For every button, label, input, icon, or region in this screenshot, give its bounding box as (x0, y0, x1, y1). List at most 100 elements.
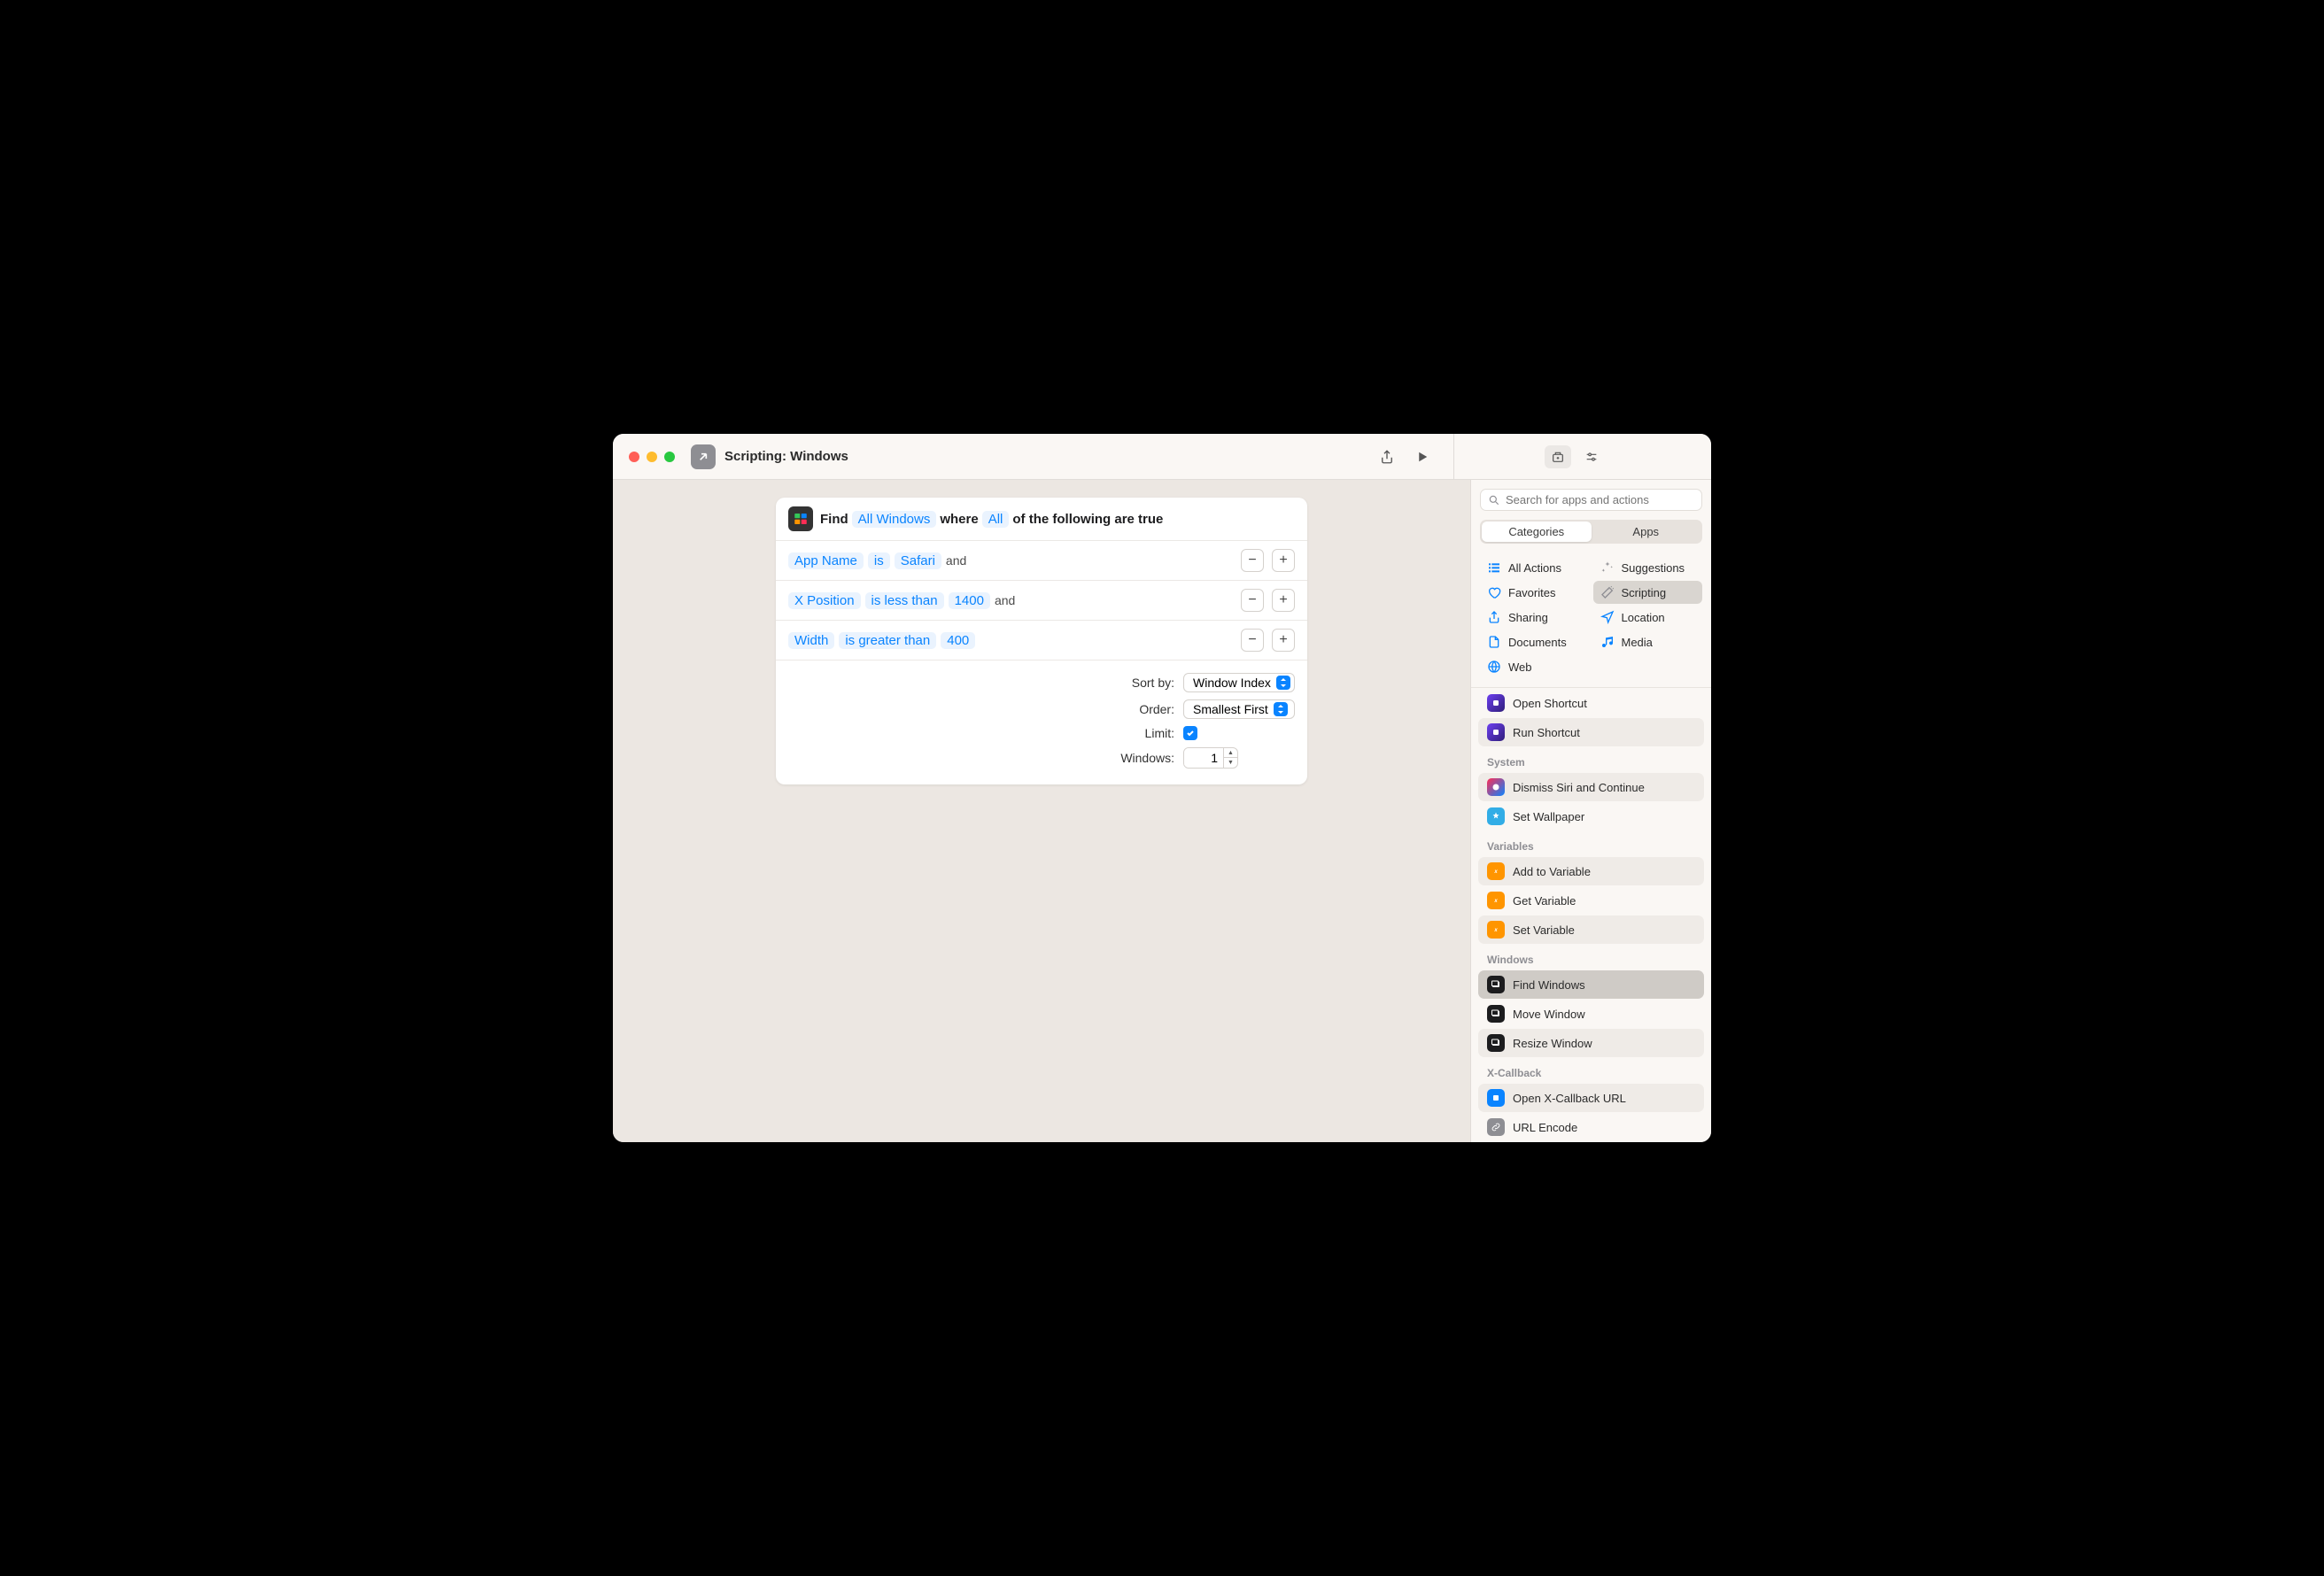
doc-icon (1487, 635, 1501, 649)
window-title: Scripting: Windows (724, 449, 848, 464)
action-resize-window[interactable]: Resize Window (1478, 1029, 1704, 1057)
action-open-x-callback-url[interactable]: Open X-Callback URL (1478, 1084, 1704, 1112)
wand2-icon (1600, 585, 1615, 599)
filter-operator-token[interactable]: is less than (865, 592, 944, 609)
category-label: Media (1622, 636, 1653, 649)
run-button[interactable] (1407, 442, 1437, 472)
zoom-button[interactable] (664, 452, 675, 462)
header-suffix: of the following are true (1012, 512, 1163, 527)
action-label: Move Window (1513, 1008, 1585, 1021)
search-icon (1488, 494, 1500, 506)
add-filter-button[interactable]: + (1272, 549, 1295, 572)
action-icon (1487, 723, 1505, 741)
remove-filter-button[interactable]: − (1241, 549, 1264, 572)
category-location[interactable]: Location (1593, 606, 1703, 629)
app-window: Scripting: Windows (613, 434, 1711, 1142)
sort-by-select[interactable]: Window Index (1183, 673, 1295, 692)
find-windows-action: Find All Windows where All of the follow… (776, 498, 1307, 784)
order-label: Order: (935, 702, 1174, 716)
header-where-word: where (940, 512, 978, 527)
action-icon (1487, 1089, 1505, 1107)
category-web[interactable]: Web (1480, 655, 1590, 678)
action-header: Find All Windows where All of the follow… (776, 498, 1307, 541)
globe-icon (1487, 660, 1501, 674)
action-run-shortcut[interactable]: Run Shortcut (1478, 718, 1704, 746)
stepper-down[interactable]: ▼ (1224, 758, 1237, 768)
filter-row: App Name is Safari and − + (776, 541, 1307, 581)
svg-text:x: x (1493, 928, 1498, 933)
category-label: Web (1508, 661, 1532, 674)
add-filter-button[interactable]: + (1272, 629, 1295, 652)
action-icon: x (1487, 921, 1505, 939)
filter-row: Width is greater than 400 − + (776, 621, 1307, 660)
tab-apps[interactable]: Apps (1592, 521, 1701, 542)
group-header: X-Callback (1471, 1058, 1711, 1083)
filter-connector: and (995, 593, 1015, 607)
category-documents[interactable]: Documents (1480, 630, 1590, 653)
editor-canvas: Find All Windows where All of the follow… (613, 480, 1470, 1142)
filter-field-token[interactable]: Width (788, 632, 834, 649)
filter-operator-token[interactable]: is (868, 552, 890, 569)
remove-filter-button[interactable]: − (1241, 629, 1264, 652)
heart-icon (1487, 585, 1501, 599)
action-set-variable[interactable]: xSet Variable (1478, 915, 1704, 944)
order-select[interactable]: Smallest First (1183, 699, 1295, 719)
token-all-windows[interactable]: All Windows (852, 511, 937, 528)
action-icon (1487, 778, 1505, 796)
action-options: Sort by: Window Index Order: Smallest Fi… (776, 660, 1307, 784)
close-button[interactable] (629, 452, 639, 462)
filter-value-token[interactable]: Safari (895, 552, 941, 569)
minimize-button[interactable] (647, 452, 657, 462)
action-icon (1487, 1118, 1505, 1136)
category-media[interactable]: Media (1593, 630, 1703, 653)
svg-text:x: x (1493, 899, 1498, 904)
category-sharing[interactable]: Sharing (1480, 606, 1590, 629)
category-suggestions[interactable]: Suggestions (1593, 556, 1703, 579)
filter-row: X Position is less than 1400 and − + (776, 581, 1307, 621)
action-label: Add to Variable (1513, 865, 1591, 878)
windows-stepper[interactable]: ▲▼ (1183, 747, 1238, 769)
action-set-wallpaper[interactable]: Set Wallpaper (1478, 802, 1704, 830)
share-button[interactable] (1372, 442, 1402, 472)
filter-field-token[interactable]: X Position (788, 592, 861, 609)
action-dismiss-siri-and-continue[interactable]: Dismiss Siri and Continue (1478, 773, 1704, 801)
category-label: Scripting (1622, 586, 1667, 599)
remove-filter-button[interactable]: − (1241, 589, 1264, 612)
action-url-encode[interactable]: URL Encode (1478, 1113, 1704, 1141)
action-move-window[interactable]: Move Window (1478, 1000, 1704, 1028)
search-field[interactable] (1480, 489, 1702, 511)
settings-button[interactable] (1578, 445, 1605, 468)
action-icon: x (1487, 892, 1505, 909)
share-icon (1487, 610, 1501, 624)
category-all-actions[interactable]: All Actions (1480, 556, 1590, 579)
action-label: URL Encode (1513, 1121, 1577, 1134)
filter-value-token[interactable]: 400 (941, 632, 975, 649)
action-list: Open ShortcutRun ShortcutSystemDismiss S… (1471, 688, 1711, 1142)
action-add-to-variable[interactable]: xAdd to Variable (1478, 857, 1704, 885)
filter-operator-token[interactable]: is greater than (839, 632, 936, 649)
list-icon (1487, 560, 1501, 575)
action-get-variable[interactable]: xGet Variable (1478, 886, 1704, 915)
category-favorites[interactable]: Favorites (1480, 581, 1590, 604)
library-button[interactable] (1545, 445, 1571, 468)
action-label: Run Shortcut (1513, 726, 1580, 739)
windows-input[interactable] (1184, 748, 1223, 768)
shortcut-icon (691, 444, 716, 469)
add-filter-button[interactable]: + (1272, 589, 1295, 612)
action-open-shortcut[interactable]: Open Shortcut (1478, 689, 1704, 717)
windows-label: Windows: (935, 751, 1174, 765)
action-find-windows[interactable]: Find Windows (1478, 970, 1704, 999)
stepper-up[interactable]: ▲ (1224, 748, 1237, 758)
wand-icon (1600, 560, 1615, 575)
tab-categories[interactable]: Categories (1482, 521, 1592, 542)
filter-value-token[interactable]: 1400 (949, 592, 990, 609)
action-label: Dismiss Siri and Continue (1513, 781, 1645, 794)
token-all[interactable]: All (982, 511, 1010, 528)
category-scripting[interactable]: Scripting (1593, 581, 1703, 604)
group-header: Variables (1471, 831, 1711, 856)
limit-checkbox[interactable] (1183, 726, 1197, 740)
category-label: Suggestions (1622, 561, 1685, 575)
search-input[interactable] (1506, 493, 1694, 506)
filter-field-token[interactable]: App Name (788, 552, 864, 569)
action-icon (1487, 1005, 1505, 1023)
